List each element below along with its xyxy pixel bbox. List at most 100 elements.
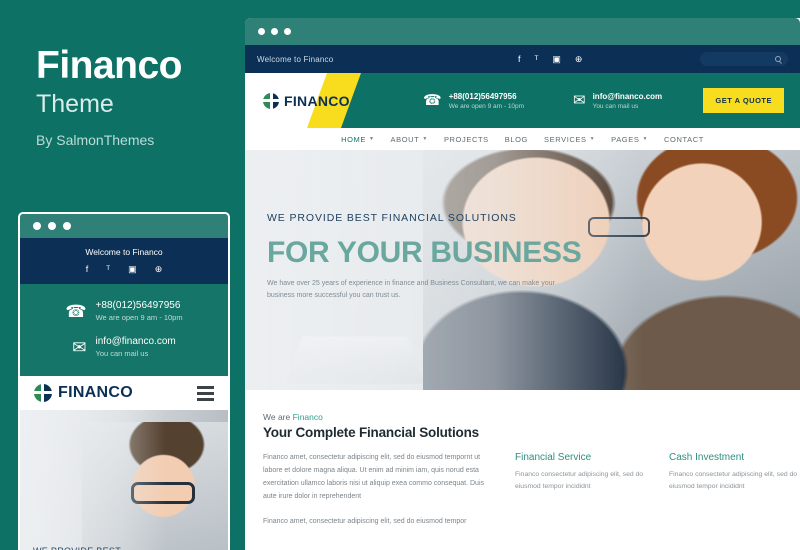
service-card-cash-investment[interactable]: Cash Investment Financo consectetur adip…	[669, 452, 800, 529]
chevron-down-icon: ▼	[422, 136, 428, 142]
search-input[interactable]	[700, 52, 788, 66]
hero-description: We have over 25 years of experience in f…	[267, 280, 555, 299]
instagram-icon[interactable]: ▣	[552, 54, 561, 64]
eyebrow-prefix: We are	[263, 412, 293, 422]
mobile-hero-kicker: WE PROVIDE BEST FINANCIAL SOLUTIONS	[33, 545, 153, 550]
about-paragraph-1: Financo amet, consectetur adipiscing eli…	[263, 454, 484, 500]
phone-icon: ☎	[423, 92, 442, 109]
about-section: We are Financo Your Complete Financial S…	[245, 390, 800, 529]
window-dot-maximize-icon[interactable]	[63, 222, 71, 230]
desktop-preview-frame: Welcome to Financo f ᵀ ▣ ⊕ FINANCO ☎ +88…	[245, 18, 800, 550]
mobile-email-row: ✉ info@financo.com You can mail us	[20, 336, 228, 358]
phone-icon: ☎	[65, 301, 87, 321]
envelope-icon: ✉	[72, 337, 87, 357]
hero-copy: WE PROVIDE BEST FINANCIAL SOLUTIONS FOR …	[267, 212, 582, 301]
nav-item-home[interactable]: HOME ▼	[341, 135, 374, 144]
nav-label-projects: PROJECTS	[443, 134, 489, 144]
mobile-site-logo[interactable]: FINANCO	[34, 384, 133, 402]
header-email-block: ✉ info@financo.com You can mail us	[573, 92, 662, 110]
mobile-hero-overlay	[20, 410, 228, 550]
mobile-phone-row: ☎ +88(012)56497956 We are open 9 am - 10…	[20, 300, 228, 322]
desktop-browser-chrome	[245, 18, 800, 45]
nav-label-contact: CONTACT	[664, 134, 704, 144]
mobile-hero-copy: WE PROVIDE BEST FINANCIAL SOLUTIONS FOR …	[33, 545, 167, 550]
mobile-social-links: f ᵀ ▣ ⊕	[20, 265, 228, 274]
promo-byline: By SalmonThemes	[36, 132, 155, 149]
mobile-browser-chrome	[20, 214, 228, 238]
chevron-down-icon: ▼	[368, 136, 375, 142]
nav-item-contact[interactable]: CONTACT	[664, 135, 704, 144]
facebook-icon[interactable]: f	[518, 54, 521, 64]
service-title: Cash Investment	[669, 452, 745, 463]
promo-subtitle: Theme	[36, 89, 114, 118]
logo-text: FINANCO	[284, 92, 350, 109]
about-text-column: We are Financo Your Complete Financial S…	[263, 412, 495, 529]
financo-logo-icon	[263, 92, 279, 109]
window-dot-minimize-icon[interactable]	[48, 222, 56, 230]
instagram-icon[interactable]: ▣	[128, 265, 137, 274]
chevron-down-icon: ▼	[642, 136, 649, 142]
nav-item-pages[interactable]: PAGES ▼	[611, 135, 648, 144]
header-phone-block: ☎ +88(012)56497956 We are open 9 am - 10…	[423, 92, 524, 110]
nav-item-blog[interactable]: BLOG	[505, 135, 528, 144]
mobile-phone-note: We are open 9 am - 10pm	[95, 313, 183, 322]
section-title: Your Complete Financial Solutions	[263, 425, 479, 440]
mobile-hero-section: WE PROVIDE BEST FINANCIAL SOLUTIONS FOR …	[20, 410, 228, 550]
mobile-email-address: info@financo.com	[95, 336, 176, 347]
eyebrow-brand: Financo	[292, 412, 323, 422]
desktop-topbar: Welcome to Financo f ᵀ ▣ ⊕	[245, 45, 800, 73]
mobile-phone-number: +88(012)56497956	[95, 300, 181, 311]
envelope-icon: ✉	[573, 92, 586, 109]
dribbble-icon[interactable]: ⊕	[155, 265, 163, 274]
service-description: Financo consectetur adipiscing elit, sed…	[515, 471, 644, 491]
nav-item-about[interactable]: ABOUT ▼	[391, 135, 428, 144]
header-email-address: info@financo.com	[592, 91, 663, 101]
mobile-logo-text: FINANCO	[58, 384, 133, 401]
promo-title: Financo	[36, 44, 183, 87]
mobile-email-note: You can mail us	[95, 349, 149, 358]
nav-item-projects[interactable]: PROJECTS	[444, 135, 489, 144]
window-dot-minimize-icon[interactable]	[271, 28, 278, 35]
nav-label-pages: PAGES	[611, 134, 640, 144]
nav-label-home: HOME	[341, 134, 366, 144]
dribbble-icon[interactable]: ⊕	[575, 54, 583, 64]
hamburger-menu-icon[interactable]	[197, 385, 214, 401]
service-cards: Financial Service Financo consectetur ad…	[515, 412, 800, 529]
hero-section: WE PROVIDE BEST FINANCIAL SOLUTIONS FOR …	[245, 150, 800, 390]
hero-headline: FOR YOUR BUSINESS	[267, 236, 582, 269]
promo-block: Financo Theme By SalmonThemes	[36, 44, 236, 149]
mobile-preview-frame: Welcome to Financo f ᵀ ▣ ⊕ ☎ +88(012)564…	[18, 212, 230, 550]
mobile-topbar: Welcome to Financo f ᵀ ▣ ⊕	[20, 238, 228, 284]
mobile-header: FINANCO	[20, 376, 228, 410]
nav-item-services[interactable]: SERVICES ▼	[544, 135, 595, 144]
hero-kicker: WE PROVIDE BEST FINANCIAL SOLUTIONS	[267, 212, 517, 224]
twitter-icon[interactable]: ᵀ	[535, 54, 539, 64]
service-card-financial-service[interactable]: Financial Service Financo consectetur ad…	[515, 452, 647, 529]
header-phone-number: +88(012)56497956	[448, 91, 517, 101]
site-logo[interactable]: FINANCO	[263, 92, 350, 109]
window-dot-close-icon[interactable]	[258, 28, 265, 35]
service-description: Financo consectetur adipiscing elit, sed…	[669, 471, 798, 491]
main-navigation: HOME ▼ ABOUT ▼ PROJECTS BLOG SERVICES ▼ …	[245, 128, 800, 150]
topbar-social-links: f ᵀ ▣ ⊕	[518, 54, 583, 64]
nav-label-services: SERVICES	[544, 134, 587, 144]
window-dot-close-icon[interactable]	[33, 222, 41, 230]
nav-label-blog: BLOG	[504, 134, 528, 144]
mobile-welcome-text: Welcome to Financo	[85, 247, 163, 257]
screenshot-stage: Financo Theme By SalmonThemes Welcome to…	[0, 0, 800, 550]
chevron-down-icon: ▼	[589, 136, 596, 142]
mobile-contact-block: ☎ +88(012)56497956 We are open 9 am - 10…	[20, 284, 228, 376]
service-title: Financial Service	[515, 452, 592, 463]
nav-label-about: ABOUT	[390, 134, 420, 144]
financo-logo-icon	[34, 384, 52, 402]
search-icon	[775, 56, 781, 62]
get-a-quote-button[interactable]: GET A QUOTE	[703, 88, 784, 113]
section-eyebrow: We are Financo	[263, 412, 495, 422]
desktop-header: FINANCO ☎ +88(012)56497956 We are open 9…	[245, 73, 800, 128]
header-email-note: You can mail us	[592, 102, 639, 110]
about-paragraph-2: Financo amet, consectetur adipiscing eli…	[263, 517, 467, 525]
twitter-icon[interactable]: ᵀ	[106, 265, 110, 274]
window-dot-maximize-icon[interactable]	[284, 28, 291, 35]
facebook-icon[interactable]: f	[86, 265, 89, 274]
header-phone-note: We are open 9 am - 10pm	[448, 102, 525, 110]
